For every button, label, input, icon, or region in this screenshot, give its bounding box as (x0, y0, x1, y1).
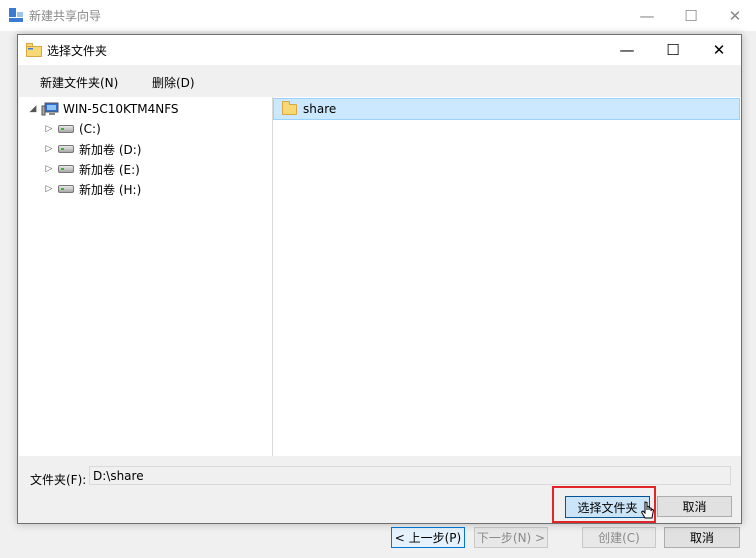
wizard-close-button[interactable]: ✕ (712, 0, 756, 31)
list-item[interactable]: share (273, 98, 740, 120)
computer-icon (41, 102, 59, 116)
wizard-minimize-button[interactable]: — (624, 0, 670, 31)
tree-item-drive-d[interactable]: ▷ 新加卷 (D:) (43, 139, 142, 159)
dialog-minimize-button[interactable]: — (604, 35, 650, 65)
folder-tree: ◢ WIN-5C10KTM4NFS ▷ (C:) ▷ 新加卷 (D:) ▷ 新加… (19, 97, 273, 456)
select-folder-dialog: 选择文件夹 — ☐ ✕ 新建文件夹(N) 删除(D) ◢ WIN-5C10KTM… (17, 34, 742, 524)
tree-item-computer[interactable]: ◢ WIN-5C10KTM4NFS (27, 99, 179, 119)
dialog-title: 选择文件夹 (47, 44, 108, 58)
tree-item-drive-c[interactable]: ▷ (C:) (43, 119, 101, 139)
drive-icon (58, 125, 74, 133)
wizard-create-button[interactable]: 创建(C) (582, 527, 656, 548)
wizard-title: 新建共享向导 (29, 9, 102, 23)
tree-item-drive-h[interactable]: ▷ 新加卷 (H:) (43, 179, 142, 199)
new-folder-menu-item[interactable]: 新建文件夹(N) (40, 74, 118, 91)
expanded-arrow-icon[interactable]: ◢ (27, 104, 39, 114)
delete-menu-item[interactable]: 删除(D) (152, 74, 195, 91)
drive-icon (58, 165, 74, 173)
share-wizard-icon (9, 8, 23, 22)
tree-label-computer: WIN-5C10KTM4NFS (63, 102, 179, 116)
folder-list: share (273, 97, 741, 456)
dialog-cancel-button[interactable]: 取消 (657, 496, 732, 517)
dialog-close-button[interactable]: ✕ (696, 35, 742, 65)
wizard-maximize-button[interactable]: ☐ (668, 0, 714, 31)
wizard-cancel-button[interactable]: 取消 (664, 527, 740, 548)
wizard-next-button[interactable]: 下一步(N) > (474, 527, 548, 548)
collapsed-arrow-icon[interactable]: ▷ (43, 184, 55, 194)
tree-label-drive-h: 新加卷 (H:) (79, 182, 142, 197)
dialog-title-bar: 选择文件夹 — ☐ ✕ (18, 35, 741, 65)
wizard-title-bar: 新建共享向导 — ☐ ✕ (0, 0, 756, 31)
folder-icon (282, 100, 297, 115)
tree-label-drive-c: (C:) (79, 122, 101, 136)
drive-icon (58, 145, 74, 153)
wizard-prev-button[interactable]: < 上一步(P) (391, 527, 465, 548)
list-item-label: share (303, 102, 337, 116)
folder-dialog-icon (26, 43, 42, 57)
folder-path-label: 文件夹(F): (30, 473, 87, 487)
folder-path-field[interactable] (89, 466, 731, 485)
hand-cursor-icon (641, 501, 655, 519)
select-folder-button[interactable]: 选择文件夹 (565, 496, 650, 518)
collapsed-arrow-icon[interactable]: ▷ (43, 144, 55, 154)
drive-icon (58, 185, 74, 193)
tree-label-drive-e: 新加卷 (E:) (79, 162, 140, 177)
dialog-menu-bar: 新建文件夹(N) 删除(D) (18, 65, 741, 97)
tree-item-drive-e[interactable]: ▷ 新加卷 (E:) (43, 159, 140, 179)
collapsed-arrow-icon[interactable]: ▷ (43, 164, 55, 174)
dialog-maximize-button[interactable]: ☐ (650, 35, 696, 65)
collapsed-arrow-icon[interactable]: ▷ (43, 124, 55, 134)
tree-label-drive-d: 新加卷 (D:) (79, 142, 142, 157)
